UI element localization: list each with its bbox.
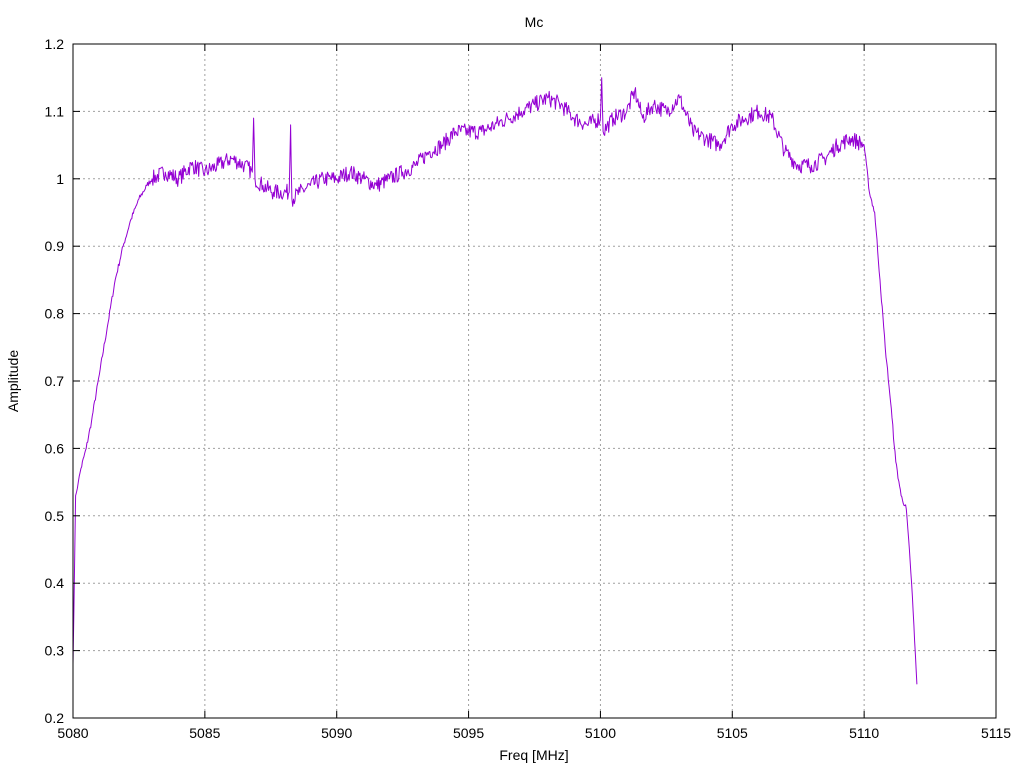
x-axis-label: Freq [MHz] (499, 747, 568, 763)
y-tick-label: 0.6 (45, 440, 65, 456)
line-chart: 5080 5085 5090 5095 5100 5105 5110 5115 0.2 0.3 0.… (5, 14, 1012, 763)
y-tick-label: 0.9 (45, 238, 65, 254)
y-axis-label: Amplitude (5, 350, 21, 412)
x-tick-label: 5085 (189, 725, 220, 741)
y-tick-label: 1.2 (45, 36, 65, 52)
y-tick-label: 0.2 (45, 710, 65, 726)
y-tick-label: 1 (56, 171, 64, 187)
x-tick-label: 5095 (453, 725, 484, 741)
y-tick-label: 0.5 (45, 508, 65, 524)
x-tick-label: 5090 (321, 725, 352, 741)
y-tick-label: 0.8 (45, 306, 65, 322)
y-tick-label: 1.1 (45, 103, 65, 119)
x-tick-label: 5105 (717, 725, 748, 741)
x-tick-label: 5115 (981, 725, 1011, 741)
x-tick-label: 5110 (849, 725, 879, 741)
x-tick-label: 5080 (57, 725, 88, 741)
ticks: 5080 5085 5090 5095 5100 5105 5110 5115 0.2 0.3 0.… (45, 36, 1012, 741)
y-tick-label: 0.3 (45, 643, 65, 659)
chart-container: 5080 5085 5090 5095 5100 5105 5110 5115 0.2 0.3 0.… (0, 0, 1024, 768)
y-tick-label: 0.4 (45, 575, 65, 591)
chart-title: Mc (525, 14, 544, 30)
x-tick-label: 5100 (585, 725, 616, 741)
y-tick-label: 0.7 (45, 373, 65, 389)
